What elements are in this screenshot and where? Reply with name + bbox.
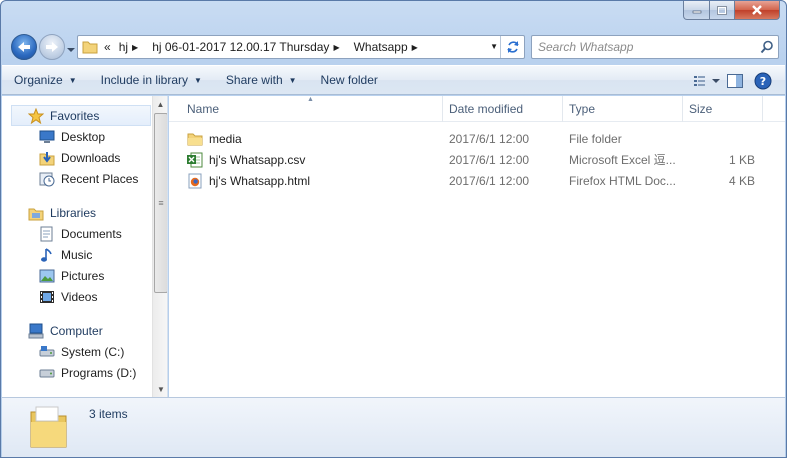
chevron-down-icon: [67, 48, 75, 52]
close-button[interactable]: [735, 1, 780, 20]
item-count: 3 items: [89, 407, 128, 421]
nav-computer[interactable]: Computer: [2, 320, 167, 341]
chevron-down-icon: ▼: [194, 75, 202, 85]
navigation-pane: Favorites Desktop Downloads Recent Place…: [2, 96, 168, 397]
nav-item-documents[interactable]: Documents: [2, 223, 167, 244]
pictures-icon: [39, 268, 55, 284]
videos-icon: [39, 289, 55, 305]
search-input[interactable]: Search Whatsapp: [531, 35, 779, 59]
folder-icon: [28, 404, 70, 453]
breadcrumb-separator-icon[interactable]: ▶: [132, 43, 138, 52]
svg-text:?: ?: [760, 75, 766, 88]
refresh-icon: [506, 41, 519, 53]
help-icon: ?: [754, 72, 772, 90]
desktop-icon: [39, 129, 55, 145]
nav-scrollbar[interactable]: ▲ ≡ ▼: [152, 96, 167, 397]
breadcrumb-item[interactable]: hj ▶: [119, 40, 145, 54]
help-button[interactable]: ?: [749, 69, 777, 93]
scroll-up-icon[interactable]: ▲: [153, 96, 167, 112]
drive-icon: [39, 365, 55, 381]
nav-item-pictures[interactable]: Pictures: [2, 265, 167, 286]
change-view-button[interactable]: [693, 69, 721, 93]
scroll-down-icon[interactable]: ▼: [153, 381, 167, 397]
recent-pages-button[interactable]: [67, 42, 75, 56]
command-bar: Organize ▼ Include in library ▼ Share with…: [2, 65, 785, 95]
refresh-button[interactable]: [500, 36, 524, 58]
preview-pane-button[interactable]: [721, 69, 749, 93]
search-icon[interactable]: [760, 40, 774, 57]
folder-icon: [82, 40, 98, 54]
file-row[interactable]: media 2017/6/1 12:00 File folder: [169, 128, 785, 149]
column-size[interactable]: Size: [683, 96, 763, 122]
new-folder-button[interactable]: New folder: [309, 68, 390, 92]
address-bar[interactable]: « hj ▶ hj 06-01-2017 12.00.17 Thursday ▶ W…: [77, 35, 525, 59]
music-icon: [39, 247, 55, 263]
nav-libraries[interactable]: Libraries: [2, 202, 167, 223]
breadcrumb-separator-icon[interactable]: ▶: [333, 43, 339, 52]
chevron-down-icon: ▼: [288, 75, 297, 85]
breadcrumb-item[interactable]: Whatsapp ▶: [354, 40, 424, 54]
caption-buttons: [683, 1, 780, 20]
arrow-right-icon: [46, 42, 58, 52]
system-drive-icon: [39, 344, 55, 360]
view-details-icon: [694, 76, 720, 86]
nav-item-system-drive[interactable]: System (C:): [2, 341, 167, 362]
breadcrumb-item[interactable]: hj 06-01-2017 12.00.17 Thursday ▶: [152, 40, 345, 54]
column-header: ▲ Name Date modified Type Size: [169, 96, 785, 122]
details-pane: 3 items: [2, 397, 785, 457]
share-with-button[interactable]: Share with ▼: [214, 68, 309, 92]
column-type[interactable]: Type: [563, 96, 683, 122]
column-date-modified[interactable]: Date modified: [443, 96, 563, 122]
file-list: ▲ Name Date modified Type Size media 201…: [169, 96, 785, 397]
file-row[interactable]: hj's Whatsapp.csv 2017/6/1 12:00 Microso…: [169, 149, 785, 170]
column-name[interactable]: Name: [181, 96, 443, 122]
nav-item-desktop[interactable]: Desktop: [2, 126, 167, 147]
libraries-icon: [28, 205, 44, 221]
include-in-library-button[interactable]: Include in library ▼: [89, 68, 214, 92]
nav-item-videos[interactable]: Videos: [2, 286, 167, 307]
minimize-button[interactable]: [683, 1, 710, 20]
nav-item-music[interactable]: Music: [2, 244, 167, 265]
recent-places-icon: [39, 171, 55, 187]
close-icon: [752, 5, 762, 15]
scrollbar-thumb[interactable]: ≡: [154, 113, 167, 293]
downloads-icon: [39, 150, 55, 166]
address-dropdown-icon[interactable]: ▼: [490, 42, 498, 51]
arrow-left-icon: [18, 42, 30, 52]
minimize-icon: [692, 10, 701, 14]
breadcrumb-separator-icon[interactable]: ▶: [412, 43, 418, 52]
nav-item-recent-places[interactable]: Recent Places: [2, 168, 167, 189]
forward-button[interactable]: [39, 34, 65, 60]
nav-item-downloads[interactable]: Downloads: [2, 147, 167, 168]
firefox-icon: [187, 173, 203, 189]
nav-item-programs-drive[interactable]: Programs (D:): [2, 362, 167, 383]
view-controls: ?: [693, 69, 777, 93]
maximize-icon: [717, 5, 727, 15]
folder-icon: [187, 131, 203, 147]
maximize-button[interactable]: [710, 1, 735, 20]
organize-button[interactable]: Organize ▼: [2, 68, 89, 92]
documents-icon: [39, 226, 55, 242]
back-button[interactable]: [11, 34, 37, 60]
excel-icon: [187, 152, 203, 168]
chevron-down-icon: ▼: [68, 75, 77, 85]
computer-icon: [28, 323, 44, 339]
explorer-window: « hj ▶ hj 06-01-2017 12.00.17 Thursday ▶ W…: [0, 0, 787, 458]
preview-pane-icon: [727, 74, 743, 88]
star-icon: [28, 107, 44, 124]
file-row[interactable]: hj's Whatsapp.html 2017/6/1 12:00 Firefo…: [169, 170, 785, 191]
nav-favorites[interactable]: Favorites: [11, 105, 151, 126]
breadcrumb-overflow[interactable]: «: [104, 40, 111, 54]
